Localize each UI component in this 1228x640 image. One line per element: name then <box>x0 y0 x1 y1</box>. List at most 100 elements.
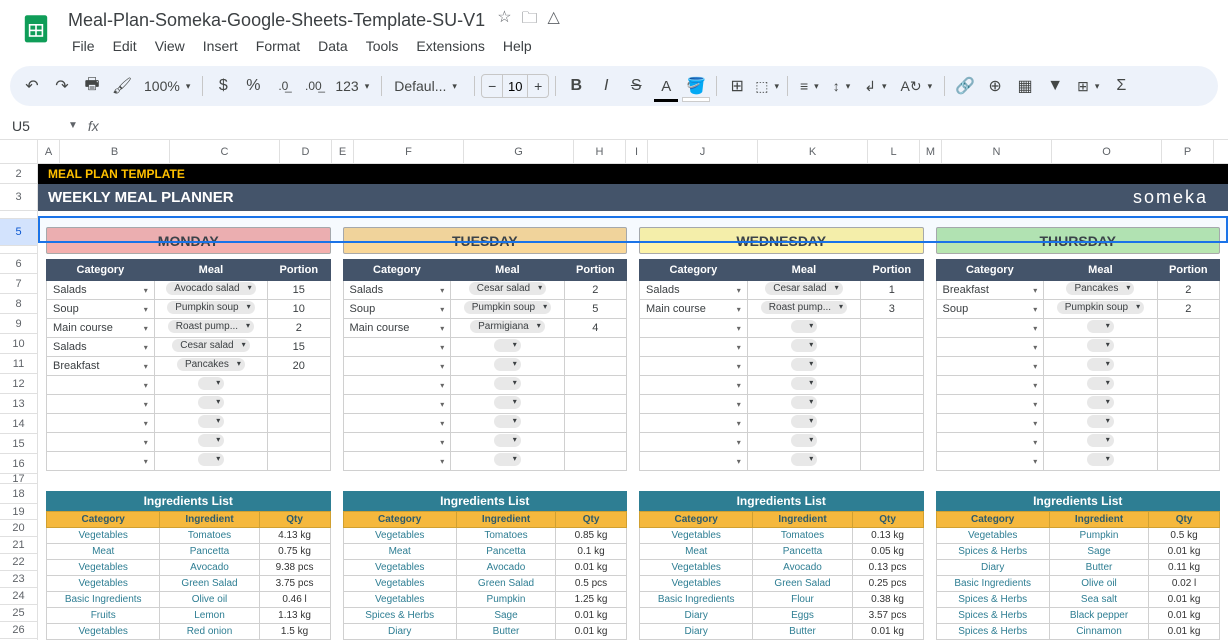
row-header[interactable]: 16 <box>0 454 37 474</box>
category-cell[interactable]: ▾ <box>47 376 155 395</box>
portion-cell[interactable] <box>861 414 923 433</box>
ing-name[interactable]: Pancetta <box>160 544 259 560</box>
category-cell[interactable]: ▾ <box>936 376 1044 395</box>
ing-name[interactable]: Avocado <box>456 560 555 576</box>
ing-category[interactable]: Diary <box>640 624 753 640</box>
meal-cell[interactable] <box>154 395 267 414</box>
row-header[interactable]: 25 <box>0 605 37 622</box>
cloud-icon[interactable]: △ <box>548 7 560 34</box>
category-cell[interactable]: ▾ <box>640 357 748 376</box>
ing-qty[interactable]: 1.13 kg <box>259 608 330 624</box>
category-cell[interactable]: Soup▾ <box>47 300 155 319</box>
row-header[interactable]: 13 <box>0 394 37 414</box>
category-cell[interactable]: ▾ <box>936 338 1044 357</box>
portion-cell[interactable] <box>268 414 330 433</box>
meal-cell[interactable]: Cesar salad <box>747 281 860 300</box>
meal-cell[interactable] <box>747 414 860 433</box>
category-cell[interactable]: Main course▾ <box>640 300 748 319</box>
col-header[interactable]: I <box>626 140 648 163</box>
portion-cell[interactable] <box>1157 338 1219 357</box>
ing-name[interactable]: Green Salad <box>160 576 259 592</box>
meal-cell[interactable]: Parmigiana <box>451 319 564 338</box>
row-header[interactable]: 21 <box>0 537 37 554</box>
meal-cell[interactable] <box>451 452 564 471</box>
portion-cell[interactable]: 2 <box>564 281 626 300</box>
ing-category[interactable]: Vegetables <box>343 592 456 608</box>
ing-name[interactable]: Butter <box>753 624 852 640</box>
name-box-dropdown[interactable]: ▼ <box>68 120 78 131</box>
portion-cell[interactable] <box>1157 395 1219 414</box>
meal-cell[interactable] <box>154 414 267 433</box>
menu-edit[interactable]: Edit <box>105 34 145 58</box>
col-header[interactable]: F <box>354 140 464 163</box>
category-cell[interactable]: ▾ <box>640 395 748 414</box>
meal-cell[interactable]: Roast pump... <box>154 319 267 338</box>
font-size-decrease[interactable]: − <box>482 78 502 94</box>
bold-icon[interactable]: B <box>562 72 590 100</box>
portion-cell[interactable]: 2 <box>268 319 330 338</box>
row-header[interactable]: 26 <box>0 622 37 639</box>
col-header[interactable]: J <box>648 140 758 163</box>
category-cell[interactable]: ▾ <box>640 338 748 357</box>
portion-cell[interactable]: 2 <box>1157 281 1219 300</box>
ing-name[interactable]: Green Salad <box>456 576 555 592</box>
portion-cell[interactable]: 15 <box>268 338 330 357</box>
ing-name[interactable]: Avocado <box>753 560 852 576</box>
meal-cell[interactable] <box>154 452 267 471</box>
portion-cell[interactable] <box>1157 376 1219 395</box>
ing-category[interactable]: Spices & Herbs <box>936 608 1049 624</box>
filter-views-select[interactable]: ⊞ <box>1071 74 1105 98</box>
ing-category[interactable]: Vegetables <box>640 528 753 544</box>
wrap-select[interactable]: ↲ <box>858 74 892 98</box>
ing-qty[interactable]: 0.46 l <box>259 592 330 608</box>
meal-cell[interactable] <box>747 452 860 471</box>
meal-cell[interactable] <box>451 357 564 376</box>
row-header[interactable]: 19 <box>0 504 37 520</box>
category-cell[interactable]: ▾ <box>47 452 155 471</box>
row-header[interactable]: 18 <box>0 484 37 504</box>
row-header[interactable]: 12 <box>0 374 37 394</box>
meal-cell[interactable] <box>747 319 860 338</box>
portion-cell[interactable] <box>861 357 923 376</box>
paint-format-icon[interactable]: 🖌 <box>108 72 136 100</box>
category-cell[interactable]: ▾ <box>936 414 1044 433</box>
sheets-logo[interactable] <box>16 8 56 48</box>
category-cell[interactable]: Main course▾ <box>47 319 155 338</box>
portion-cell[interactable]: 5 <box>564 300 626 319</box>
ing-qty[interactable]: 3.57 pcs <box>852 608 923 624</box>
col-header[interactable]: P <box>1162 140 1214 163</box>
portion-cell[interactable]: 4 <box>564 319 626 338</box>
meal-cell[interactable] <box>154 376 267 395</box>
row-header[interactable]: 20 <box>0 520 37 537</box>
ing-name[interactable]: Lemon <box>160 608 259 624</box>
category-cell[interactable]: ▾ <box>640 433 748 452</box>
formula-bar[interactable] <box>107 118 1220 134</box>
portion-cell[interactable] <box>861 433 923 452</box>
ing-category[interactable]: Diary <box>936 560 1049 576</box>
category-cell[interactable]: Salads▾ <box>640 281 748 300</box>
ing-name[interactable]: Butter <box>1049 560 1148 576</box>
portion-cell[interactable] <box>861 376 923 395</box>
portion-cell[interactable] <box>564 338 626 357</box>
meal-cell[interactable] <box>1044 338 1157 357</box>
col-header[interactable]: C <box>170 140 280 163</box>
ing-qty[interactable]: 0.01 kg <box>1149 608 1220 624</box>
meal-cell[interactable] <box>1044 414 1157 433</box>
menu-file[interactable]: File <box>64 34 103 58</box>
ing-name[interactable]: Olive oil <box>1049 576 1148 592</box>
menu-view[interactable]: View <box>147 34 193 58</box>
col-header[interactable]: O <box>1052 140 1162 163</box>
category-cell[interactable]: ▾ <box>343 452 451 471</box>
meal-cell[interactable] <box>1044 452 1157 471</box>
print-icon[interactable]: 🖶 <box>78 72 106 100</box>
meal-cell[interactable]: Pumpkin soup <box>1044 300 1157 319</box>
meal-cell[interactable] <box>451 414 564 433</box>
ing-qty[interactable]: 0.1 kg <box>556 544 627 560</box>
meal-cell[interactable] <box>1044 395 1157 414</box>
ing-qty[interactable]: 1.5 kg <box>259 624 330 640</box>
ing-category[interactable]: Spices & Herbs <box>936 544 1049 560</box>
ing-category[interactable]: Basic Ingredients <box>936 576 1049 592</box>
ing-qty[interactable]: 0.01 kg <box>1149 624 1220 640</box>
category-cell[interactable]: ▾ <box>936 357 1044 376</box>
ing-name[interactable]: Tomatoes <box>160 528 259 544</box>
